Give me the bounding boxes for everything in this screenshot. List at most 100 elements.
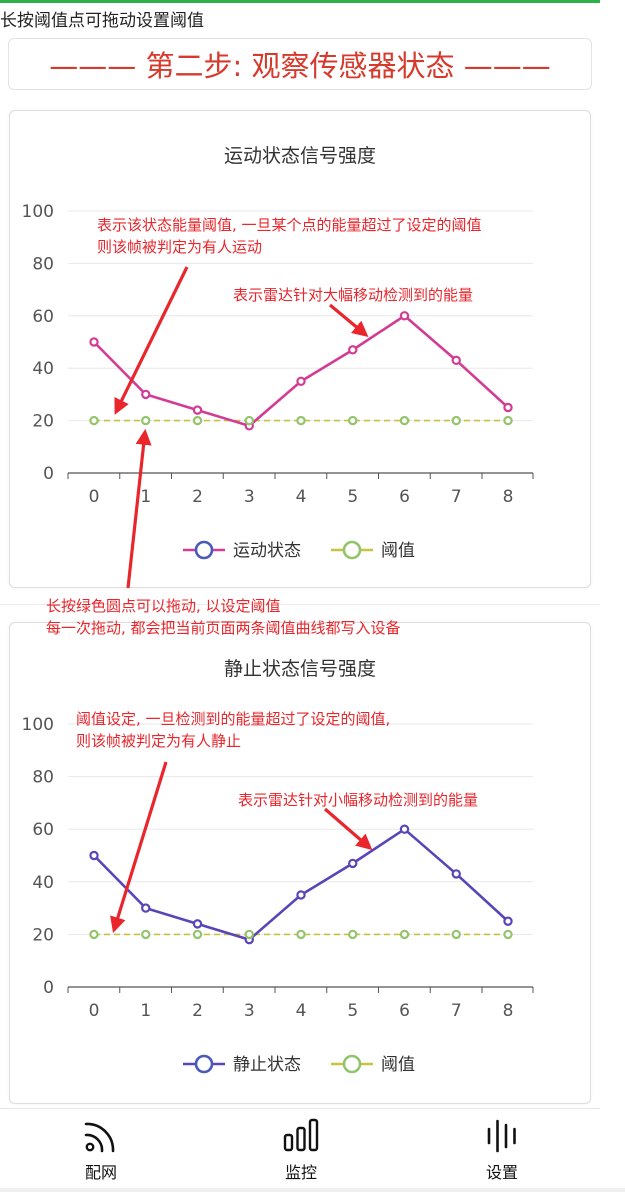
nav-label: 设置 <box>485 1163 518 1182</box>
signal-point <box>503 402 513 413</box>
annotation-arrow <box>114 266 189 415</box>
signal-point <box>451 355 461 366</box>
legend-label: 运动状态 <box>233 541 301 561</box>
signal-point <box>89 850 99 861</box>
chart-title: 运动状态信号强度 <box>224 145 376 167</box>
y-tick-label: 40 <box>32 359 54 379</box>
x-tick-label: 2 <box>192 487 203 507</box>
x-tick-label: 1 <box>140 1001 151 1021</box>
legend-marker <box>194 540 214 560</box>
signal-point <box>296 890 306 900</box>
legend-marker <box>194 1054 214 1074</box>
y-tick-label: 0 <box>43 464 54 484</box>
x-tick-label: 0 <box>89 487 100 507</box>
threshold-handle[interactable] <box>399 929 410 940</box>
threshold-handle[interactable] <box>141 929 151 940</box>
nav-item-monitor[interactable]: 监控 <box>261 1115 341 1187</box>
x-tick-label: 4 <box>296 487 307 507</box>
bar-chart-icon <box>283 1118 319 1152</box>
annotation-text: 表示该状态能量阈值, 一旦某个点的能量超过了设定的阈值 <box>97 216 482 234</box>
threshold-handle[interactable] <box>451 929 461 940</box>
signal-point <box>192 919 203 929</box>
annotation-text: 则该帧被判定为有人静止 <box>76 732 241 750</box>
threshold-handle[interactable] <box>89 929 99 940</box>
threshold-handle[interactable] <box>141 415 151 426</box>
x-tick-label: 0 <box>89 1001 100 1021</box>
threshold-handle[interactable] <box>192 415 203 426</box>
legend-label: 静止状态 <box>233 1055 301 1075</box>
annotation-arrow <box>126 428 152 589</box>
legend-label: 阈值 <box>381 1055 415 1075</box>
legend-marker <box>342 540 362 560</box>
signal-point <box>89 337 99 347</box>
y-tick-label: 0 <box>43 978 54 998</box>
signal-point <box>296 376 306 386</box>
x-tick-label: 2 <box>192 1001 203 1021</box>
wifi-signal-icon <box>84 1122 115 1153</box>
annotation-text: 阈值设定, 一旦检测到的能量超过了设定的阈值, <box>76 710 390 728</box>
threshold-handle[interactable] <box>244 929 254 940</box>
vertical-bars-icon <box>487 1119 516 1153</box>
y-tick-label: 60 <box>32 820 54 840</box>
x-tick-label: 5 <box>347 487 358 507</box>
signal-line <box>93 827 509 942</box>
signal-point <box>399 824 410 834</box>
annotation-text: 表示雷达针对小幅移动检测到的能量 <box>238 791 478 809</box>
signal-point <box>141 903 151 913</box>
y-tick-label: 20 <box>32 412 54 432</box>
nav-label: 配网 <box>84 1163 117 1182</box>
threshold-handle[interactable] <box>503 415 513 426</box>
x-tick-label: 3 <box>244 487 255 507</box>
x-tick-label: 8 <box>503 1001 514 1021</box>
y-tick-label: 20 <box>32 925 54 945</box>
y-tick-label: 40 <box>32 873 54 893</box>
annotation-arrow <box>110 761 168 934</box>
chart-title: 静止状态信号强度 <box>224 658 376 680</box>
y-tick-label: 80 <box>32 768 54 788</box>
bottom-navigation: 配网 监控 设置 <box>0 1108 600 1189</box>
nav-item-network[interactable]: 配网 <box>61 1115 141 1187</box>
annotation-arrow <box>328 303 369 338</box>
y-tick-label: 60 <box>32 307 54 327</box>
x-tick-label: 8 <box>503 487 514 507</box>
annotation-arrow <box>323 807 373 851</box>
x-tick-label: 7 <box>451 487 462 507</box>
threshold-handle[interactable] <box>192 929 203 940</box>
bottom-edge-line <box>0 1188 625 1192</box>
x-tick-label: 3 <box>244 1001 255 1021</box>
signal-point <box>141 389 151 400</box>
signal-point <box>451 869 461 879</box>
y-tick-label: 100 <box>22 715 54 735</box>
nav-label: 监控 <box>284 1163 317 1182</box>
legend-label: 阈值 <box>381 541 415 561</box>
threshold-handle[interactable] <box>244 415 254 426</box>
x-tick-label: 5 <box>347 1001 358 1021</box>
annotation-text: 表示雷达针对大幅移动检测到的能量 <box>233 286 473 304</box>
annotation-text: 长按绿色圆点可以拖动, 以设定阈值 <box>46 597 281 615</box>
x-tick-label: 7 <box>451 1001 462 1021</box>
threshold-handle[interactable] <box>348 415 358 426</box>
x-tick-label: 4 <box>296 1001 307 1021</box>
signal-point <box>503 916 513 926</box>
x-tick-label: 6 <box>399 1001 410 1021</box>
threshold-handle[interactable] <box>348 929 358 940</box>
annotation-text: 则该帧被判定为有人运动 <box>97 238 262 256</box>
legend-marker <box>342 1054 362 1074</box>
signal-point <box>399 311 410 321</box>
signal-point <box>192 405 203 415</box>
threshold-handle[interactable] <box>296 929 306 940</box>
threshold-handle[interactable] <box>451 415 461 426</box>
threshold-handle[interactable] <box>503 929 513 940</box>
threshold-handle[interactable] <box>399 415 410 426</box>
signal-point <box>348 858 358 869</box>
y-tick-label: 100 <box>22 202 54 222</box>
annotation-text: 每一次拖动, 都会把当前页面两条阈值曲线都写入设备 <box>46 619 401 637</box>
threshold-handle[interactable] <box>89 415 99 426</box>
y-tick-label: 80 <box>32 254 54 274</box>
x-tick-label: 1 <box>140 487 151 507</box>
nav-item-settings[interactable]: 设置 <box>462 1115 542 1187</box>
charts-canvas[interactable]: 运动状态信号强度0204060801000 1 2 3 4 5 6 7 8运动状态 阈值表示该状态… <box>0 0 625 1192</box>
x-tick-label: 6 <box>399 487 410 507</box>
threshold-handle[interactable] <box>296 415 306 426</box>
signal-point <box>348 345 358 355</box>
